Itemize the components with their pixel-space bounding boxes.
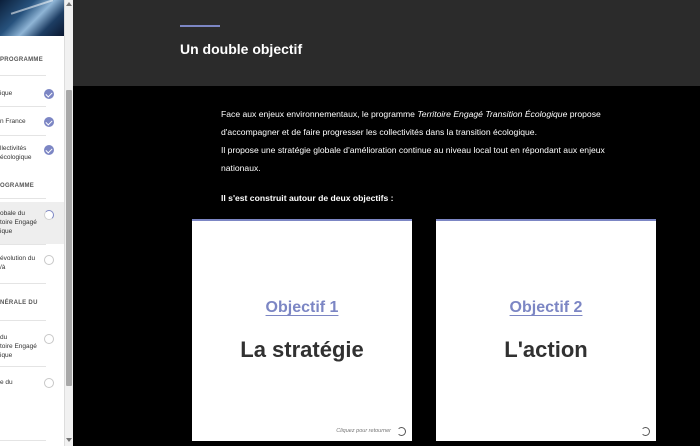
completed-check-icon	[44, 117, 54, 127]
sidebar-scrollbar[interactable]	[64, 0, 73, 446]
lesson-header: Un double objectif	[73, 0, 700, 86]
program-name-italic: Territoire Engagé Transition Écologique	[417, 109, 568, 119]
title-accent-bar	[180, 25, 220, 27]
intro-text: Face aux enjeux environnementaux, le pro…	[221, 109, 418, 119]
scroll-down-arrow-icon[interactable]	[66, 438, 72, 442]
lesson-content: Un double objectif Face aux enjeux envir…	[73, 0, 700, 446]
flip-icon[interactable]	[641, 427, 650, 436]
card-title: La stratégie	[240, 337, 364, 362]
flashcard-objectif-2[interactable]: Objectif 2 L'action	[436, 219, 656, 441]
in-progress-icon	[44, 210, 54, 220]
sidebar-item-label: toire Engagé	[0, 343, 37, 350]
course-banner-image	[0, 0, 64, 36]
scroll-up-arrow-icon[interactable]	[66, 2, 72, 6]
intro-paragraph: Face aux enjeux environnementaux, le pro…	[221, 105, 631, 177]
not-started-icon	[44, 255, 54, 265]
card-title: L'action	[504, 337, 588, 362]
sidebar-item-label: toire Engagé	[0, 219, 37, 226]
not-started-icon	[44, 334, 54, 344]
completed-check-icon	[44, 145, 54, 155]
lead-sentence: Il s'est construit autour de deux object…	[221, 193, 394, 203]
sidebar-item-label: évolution du	[0, 255, 36, 262]
completed-check-icon	[44, 89, 54, 99]
not-started-icon	[44, 378, 54, 388]
sidebar-item-label: écologique	[0, 154, 32, 161]
sidebar-section-header: NÉRALE DU	[0, 300, 38, 306]
sidebar-item-label: n France	[0, 118, 26, 125]
sidebar-item-label: ique	[0, 352, 13, 359]
card-kicker: Objectif 2	[509, 299, 583, 316]
sidebar-item-label: llectivités	[0, 145, 27, 152]
sidebar-section-header: OGRAMME	[0, 183, 35, 189]
sidebar-item-label: ique	[0, 90, 13, 97]
scrollbar-thumb[interactable]	[66, 90, 72, 386]
flashcard-objectif-1[interactable]: Objectif 1 La stratégie Cliquez pour ret…	[192, 219, 412, 441]
flip-hint: Cliquez pour retourner	[336, 428, 391, 434]
card-kicker: Objectif 1	[265, 299, 339, 316]
page-title: Un double objectif	[180, 41, 303, 57]
sidebar-item-label: ique	[0, 228, 13, 235]
sidebar-item-label: e du	[0, 379, 13, 386]
sidebar-item-label: du	[0, 334, 8, 341]
sidebar-item-label: obale du	[0, 210, 25, 217]
sidebar-item-label: /à	[0, 264, 6, 271]
sidebar-section-header: PROGRAMME	[0, 57, 44, 63]
flip-icon[interactable]	[397, 427, 406, 436]
intro-text: Il propose une stratégie globale d'améli…	[221, 145, 605, 173]
course-sidebar: PROGRAMME ique n France llectivités écol…	[0, 0, 64, 446]
